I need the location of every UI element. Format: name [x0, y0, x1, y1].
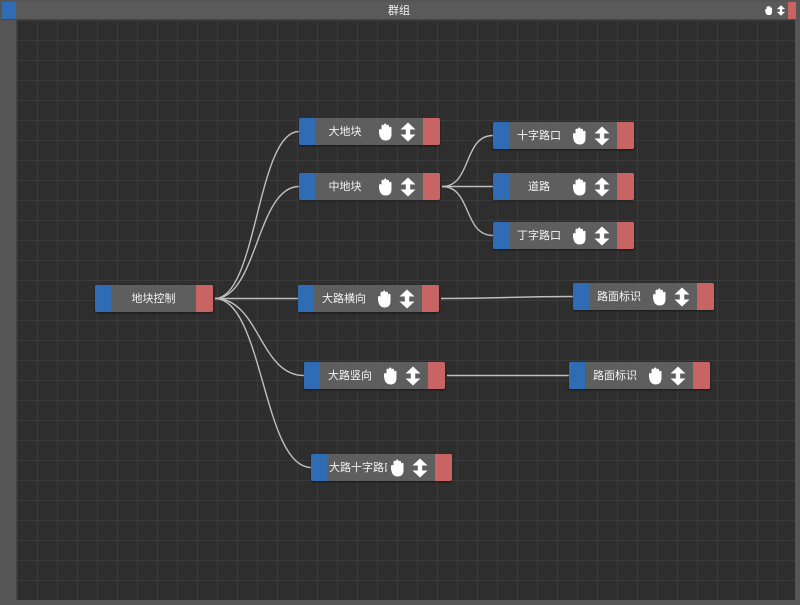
- node-land-control[interactable]: 地块控制: [95, 285, 213, 312]
- input-port[interactable]: [493, 173, 509, 200]
- node-tools: [375, 173, 423, 200]
- node-label: 路面标识: [593, 369, 637, 382]
- node-main-road-vertical[interactable]: 大路竖向: [304, 362, 445, 389]
- hand-icon[interactable]: [569, 226, 589, 246]
- hand-icon[interactable]: [374, 289, 394, 309]
- node-tools: [649, 283, 697, 310]
- node-tools: [380, 362, 428, 389]
- node-tools: [375, 118, 423, 145]
- output-port[interactable]: [196, 285, 213, 312]
- output-port[interactable]: [617, 173, 634, 200]
- vertical-move-icon[interactable]: [776, 5, 786, 16]
- hand-icon[interactable]: [387, 458, 407, 478]
- hand-icon[interactable]: [763, 5, 774, 16]
- output-port[interactable]: [423, 173, 440, 200]
- input-port[interactable]: [95, 285, 111, 312]
- input-port[interactable]: [299, 118, 315, 145]
- vertical-move-icon[interactable]: [399, 177, 417, 197]
- node-big-block[interactable]: 大地块: [299, 118, 440, 145]
- title-bar-icons: [763, 2, 786, 19]
- output-port[interactable]: [617, 222, 634, 249]
- node-tools: [374, 285, 422, 312]
- node-mid-block[interactable]: 中地块: [299, 173, 440, 200]
- hand-icon[interactable]: [375, 177, 395, 197]
- vertical-move-icon[interactable]: [411, 458, 429, 478]
- node-label: 大路竖向: [328, 369, 372, 382]
- node-main-road-crossroad[interactable]: 大路十字路口: [311, 454, 452, 481]
- node-tools: [569, 222, 617, 249]
- vertical-move-icon[interactable]: [398, 289, 416, 309]
- node-label: 道路: [528, 180, 550, 193]
- input-port[interactable]: [493, 222, 509, 249]
- node-label: 中地块: [328, 180, 362, 193]
- vertical-move-icon[interactable]: [669, 366, 687, 386]
- hand-icon[interactable]: [569, 177, 589, 197]
- vertical-move-icon[interactable]: [404, 366, 422, 386]
- input-port[interactable]: [304, 362, 320, 389]
- node-road-marking-1[interactable]: 路面标识: [573, 283, 714, 310]
- node-road-marking-2[interactable]: 路面标识: [569, 362, 710, 389]
- node-label: 地块控制: [131, 292, 176, 305]
- node-tools: [569, 122, 617, 149]
- hand-icon[interactable]: [375, 122, 395, 142]
- output-port[interactable]: [693, 362, 710, 389]
- node-t-junction[interactable]: 丁字路口: [493, 222, 634, 249]
- input-port[interactable]: [298, 285, 314, 312]
- vertical-move-icon[interactable]: [593, 126, 611, 146]
- vertical-move-icon[interactable]: [593, 177, 611, 197]
- hand-icon[interactable]: [649, 287, 669, 307]
- vertical-move-icon[interactable]: [399, 122, 417, 142]
- output-port[interactable]: [423, 118, 440, 145]
- hand-icon[interactable]: [645, 366, 665, 386]
- node-label: 大路横向: [322, 292, 366, 305]
- hand-icon[interactable]: [569, 126, 589, 146]
- output-port[interactable]: [697, 283, 714, 310]
- input-port[interactable]: [311, 454, 327, 481]
- node-tools: [387, 454, 435, 481]
- group-window: 群组 地块控制 大地块 中地块 十字路口 道路 丁字路口 大路横向 路面标识 大…: [0, 0, 800, 605]
- node-tools: [569, 173, 617, 200]
- output-port[interactable]: [617, 122, 634, 149]
- group-title: 群组: [388, 4, 410, 17]
- node-label: 十字路口: [517, 129, 561, 142]
- hand-icon[interactable]: [380, 366, 400, 386]
- output-port[interactable]: [428, 362, 445, 389]
- node-label: 大路十字路口: [329, 461, 387, 474]
- input-port[interactable]: [299, 173, 315, 200]
- title-bar-output-port[interactable]: [788, 2, 796, 19]
- node-crossroad[interactable]: 十字路口: [493, 122, 634, 149]
- node-main-road-horizontal[interactable]: 大路横向: [298, 285, 439, 312]
- vertical-move-icon[interactable]: [673, 287, 691, 307]
- node-tools: [645, 362, 693, 389]
- group-title-bar[interactable]: 群组: [2, 2, 796, 20]
- node-label: 丁字路口: [517, 229, 561, 242]
- input-port[interactable]: [569, 362, 585, 389]
- node-road[interactable]: 道路: [493, 173, 634, 200]
- output-port[interactable]: [435, 454, 452, 481]
- input-port[interactable]: [573, 283, 589, 310]
- input-port[interactable]: [493, 122, 509, 149]
- node-label: 路面标识: [597, 290, 641, 303]
- node-label: 大地块: [328, 125, 362, 138]
- output-port[interactable]: [422, 285, 439, 312]
- vertical-move-icon[interactable]: [593, 226, 611, 246]
